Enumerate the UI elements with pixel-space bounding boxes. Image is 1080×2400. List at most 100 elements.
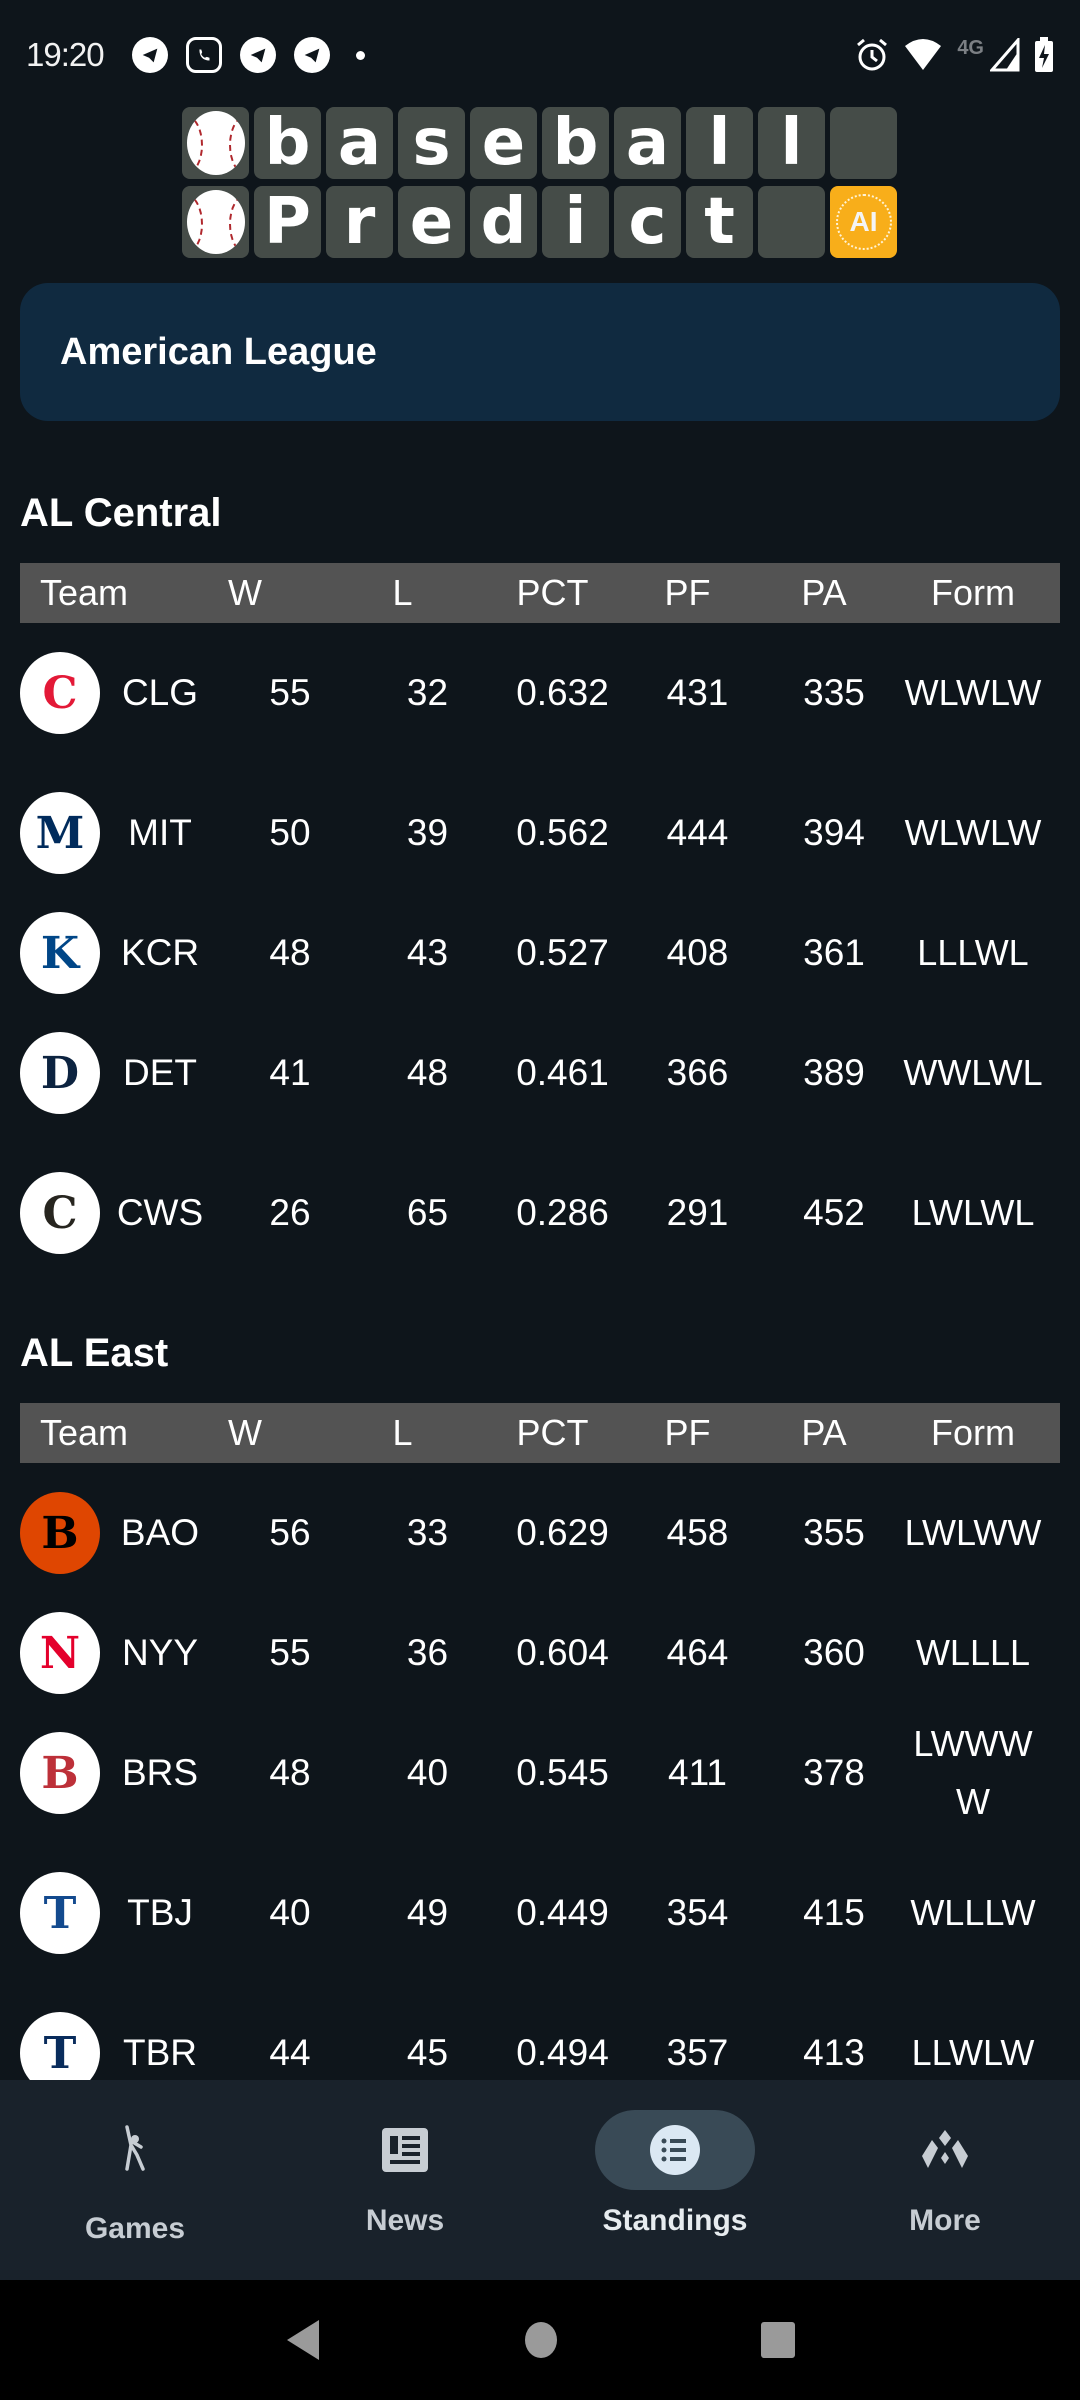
points-against: 360: [803, 1632, 865, 1673]
division-section: AL East Team W L PCT PF PA Form B BAO 56 33 0.629 458…: [0, 1323, 1080, 2123]
more-diamonds-icon: [865, 2110, 1025, 2190]
column-header[interactable]: PA: [755, 1412, 893, 1454]
network-type: 4G: [957, 36, 984, 59]
telegram-icon: [131, 37, 168, 73]
orioles-logo: B: [20, 1492, 100, 1574]
losses: 36: [406, 1632, 449, 1673]
recent-form: LWLWW: [904, 1512, 1042, 1553]
logo-row-predict: P r e d i c t AI: [182, 185, 898, 259]
recent-form: WWLWL: [903, 1052, 1043, 1093]
column-header[interactable]: PF: [620, 572, 755, 614]
points-against: 361: [803, 932, 865, 973]
win-pct: 0.449: [516, 1892, 609, 1933]
nav-item-games[interactable]: Games: [0, 2080, 270, 2280]
nav-item-more[interactable]: More: [810, 2080, 1080, 2280]
league-banner[interactable]: American League: [20, 283, 1060, 421]
team-abbr: BAO: [120, 1512, 200, 1553]
column-header[interactable]: W: [175, 1412, 315, 1454]
column-header[interactable]: PF: [620, 1412, 755, 1454]
battery-charging-icon: [1035, 37, 1053, 72]
losses: 65: [406, 1192, 449, 1233]
column-header[interactable]: PCT: [485, 572, 620, 614]
points-for: 444: [666, 812, 729, 853]
recent-form: WLWLW: [904, 672, 1042, 713]
recent-form: WLLLL: [915, 1632, 1031, 1673]
signal-icon: [990, 38, 1020, 72]
logo-row-baseball: b a s e b a l l: [182, 106, 898, 180]
baseball-icon: [182, 107, 249, 179]
losses: 40: [406, 1752, 449, 1793]
points-for: 408: [666, 932, 729, 973]
guardians-logo: C: [20, 652, 100, 734]
ai-badge: AI: [830, 186, 897, 258]
nav-label: News: [365, 2204, 445, 2237]
recent-form: LLLWL: [917, 932, 1029, 973]
team-logo-cell: D: [20, 1032, 100, 1114]
more-notifications-dot: [355, 50, 365, 60]
logo-letter: P: [254, 185, 321, 259]
logo-letter: l: [758, 106, 825, 180]
bottom-navigation: Games News Standings More: [0, 2080, 1080, 2280]
column-header[interactable]: Form: [903, 572, 1043, 614]
team-row[interactable]: B BAO 56 33 0.629 458 355 LWLWW: [20, 1463, 1060, 1603]
team-row[interactable]: T TBJ 40 49 0.449 354 415 WLLLW: [20, 1843, 1060, 1983]
column-header[interactable]: L: [335, 572, 470, 614]
home-button[interactable]: [523, 2320, 559, 2360]
baseball-icon: [182, 186, 249, 258]
team-abbr: KCR: [120, 932, 200, 973]
status-time: 19:20: [26, 36, 105, 73]
win-pct: 0.494: [516, 2032, 609, 2073]
column-header[interactable]: W: [175, 572, 315, 614]
recents-button[interactable]: [759, 2320, 797, 2360]
team-logo-cell: C: [20, 652, 100, 734]
list-icon: [650, 2125, 700, 2175]
losses: 32: [406, 672, 449, 713]
column-header[interactable]: L: [335, 1412, 470, 1454]
team-abbr: CWS: [116, 1192, 204, 1233]
back-button[interactable]: [283, 2318, 323, 2362]
wins: 26: [269, 1192, 311, 1233]
logo-letter: a: [614, 106, 681, 180]
nav-item-news[interactable]: News: [270, 2080, 540, 2280]
status-bar: 19:20 4G: [0, 0, 1080, 110]
column-header[interactable]: PCT: [485, 1412, 620, 1454]
points-against: 355: [803, 1512, 865, 1553]
white-sox-logo: C: [20, 1172, 100, 1254]
losses: 45: [406, 2032, 449, 2073]
points-for: 366: [666, 1052, 729, 1093]
telegram-icon: [239, 37, 276, 73]
points-for: 357: [666, 2032, 729, 2073]
recent-form: WLWLW: [904, 812, 1042, 853]
losses: 49: [406, 1892, 449, 1933]
team-row[interactable]: D DET 41 48 0.461 366 389 WWLWL: [20, 1003, 1060, 1143]
wins: 44: [269, 2032, 311, 2073]
column-header[interactable]: PA: [755, 572, 893, 614]
team-row[interactable]: C CWS 26 65 0.286 291 452 LWLWL: [20, 1143, 1060, 1283]
division-title: AL East: [20, 1331, 169, 1375]
wifi-icon: [905, 39, 942, 70]
team-row[interactable]: M MIT 50 39 0.562 444 394 WLWLW: [20, 763, 1060, 903]
nav-label: Standings: [602, 2204, 748, 2237]
twins-logo: M: [20, 792, 100, 874]
points-against: 378: [803, 1752, 865, 1793]
recent-form: LWWWW: [913, 1723, 1033, 1822]
team-abbr: NYY: [121, 1632, 199, 1673]
logo-blank-tile: [830, 107, 897, 179]
column-header[interactable]: Form: [903, 1412, 1043, 1454]
team-row[interactable]: N NYY 55 36 0.604 464 360 WLLLL: [20, 1603, 1060, 1703]
logo-letter: c: [614, 185, 681, 259]
logo-letter: s: [398, 106, 465, 180]
team-row[interactable]: C CLG 55 32 0.632 431 335 WLWLW: [20, 623, 1060, 763]
nav-item-standings[interactable]: Standings: [540, 2080, 810, 2280]
logo-letter: a: [326, 106, 393, 180]
alarm-icon: [857, 38, 888, 71]
team-row[interactable]: B BRS 48 40 0.545 411 378 LWWWW: [20, 1703, 1060, 1843]
team-logo-cell: M: [20, 792, 100, 874]
team-row[interactable]: K KCR 48 43 0.527 408 361 LLLWL: [20, 903, 1060, 1003]
system-navigation-bar: [0, 2280, 1080, 2400]
viber-icon: [185, 37, 222, 73]
team-abbr: MIT: [128, 812, 192, 853]
win-pct: 0.562: [516, 812, 609, 853]
losses: 48: [406, 1052, 449, 1093]
logo-blank-tile: [758, 186, 825, 258]
